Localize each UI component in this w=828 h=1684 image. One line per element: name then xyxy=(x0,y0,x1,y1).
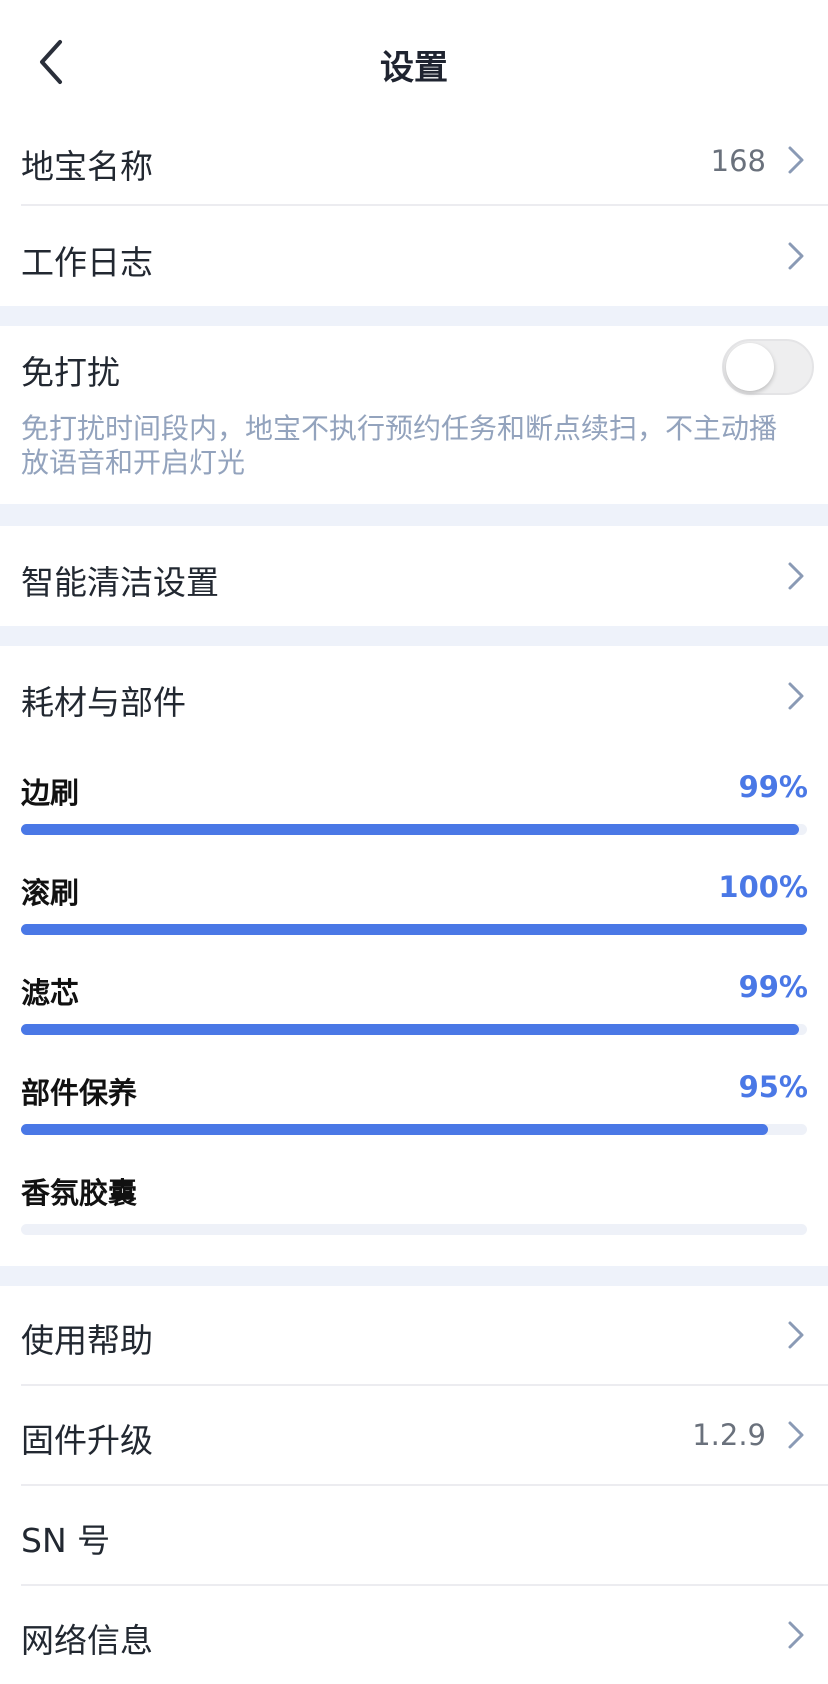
part-percent: 100% xyxy=(718,870,808,904)
chevron-right-icon xyxy=(788,242,804,270)
progress-fill xyxy=(21,924,807,935)
progress-bar xyxy=(21,1124,807,1135)
row-sn: SN 号 xyxy=(0,1486,828,1584)
chevron-right-icon xyxy=(788,562,804,590)
chevron-right-icon xyxy=(788,1621,804,1649)
part-label: 香氛胶囊 xyxy=(21,1176,138,1210)
row-label: 网络信息 xyxy=(21,1621,153,1660)
toggle-knob xyxy=(726,343,774,391)
nav-header: 设置 xyxy=(0,0,828,124)
do-not-disturb-toggle[interactable] xyxy=(722,339,814,395)
part-label: 滚刷 xyxy=(21,876,80,910)
chevron-right-icon xyxy=(788,146,804,174)
row-label: 地宝名称 xyxy=(21,147,153,186)
row-firmware[interactable]: 固件升级 1.2.9 xyxy=(0,1386,828,1484)
part-percent: 99% xyxy=(738,770,808,804)
firmware-version-value: 1.2.9 xyxy=(692,1418,766,1452)
do-not-disturb-description: 免打扰时间段内，地宝不执行预约任务和断点续扫，不主动播放语音和开启灯光 xyxy=(21,412,778,479)
row-label: 智能清洁设置 xyxy=(21,563,219,602)
progress-bar xyxy=(21,1224,807,1235)
row-label: 免打扰 xyxy=(21,353,120,392)
row-help[interactable]: 使用帮助 xyxy=(0,1286,828,1384)
progress-fill xyxy=(21,1024,800,1035)
section-gap xyxy=(0,626,828,646)
progress-bar xyxy=(21,924,807,935)
row-label: 使用帮助 xyxy=(21,1321,153,1360)
row-label: 耗材与部件 xyxy=(21,683,186,722)
section-gap xyxy=(0,504,828,526)
page-title: 设置 xyxy=(380,48,448,88)
chevron-right-icon xyxy=(788,1321,804,1349)
row-robot-name[interactable]: 地宝名称 168 xyxy=(0,112,828,207)
part-label: 滤芯 xyxy=(21,976,80,1010)
row-label: 工作日志 xyxy=(21,243,153,282)
progress-fill xyxy=(21,824,800,835)
part-percent: 95% xyxy=(738,1070,808,1104)
robot-name-value: 168 xyxy=(710,144,766,178)
chevron-right-icon xyxy=(788,682,804,710)
section-gap xyxy=(0,306,828,326)
row-do-not-disturb: 免打扰 免打扰时间段内，地宝不执行预约任务和断点续扫，不主动播放语音和开启灯光 xyxy=(0,326,828,504)
row-network[interactable]: 网络信息 xyxy=(0,1586,828,1684)
progress-bar xyxy=(21,1024,807,1035)
row-consumables[interactable]: 耗材与部件 xyxy=(0,646,828,746)
part-percent: 99% xyxy=(738,970,808,1004)
progress-bar xyxy=(21,824,807,835)
row-label: 固件升级 xyxy=(21,1421,153,1460)
part-label: 边刷 xyxy=(21,776,80,810)
row-label: SN 号 xyxy=(21,1521,111,1560)
section-gap xyxy=(0,1266,828,1286)
progress-fill xyxy=(21,1124,768,1135)
row-smart-clean[interactable]: 智能清洁设置 xyxy=(0,526,828,626)
row-work-log[interactable]: 工作日志 xyxy=(0,206,828,306)
consumables-section: 耗材与部件 边刷 99% 滚刷 100% 滤芯 99% 部件保养 95% 香氛胶… xyxy=(0,646,828,1266)
chevron-right-icon xyxy=(788,1421,804,1449)
part-label: 部件保养 xyxy=(21,1076,138,1110)
